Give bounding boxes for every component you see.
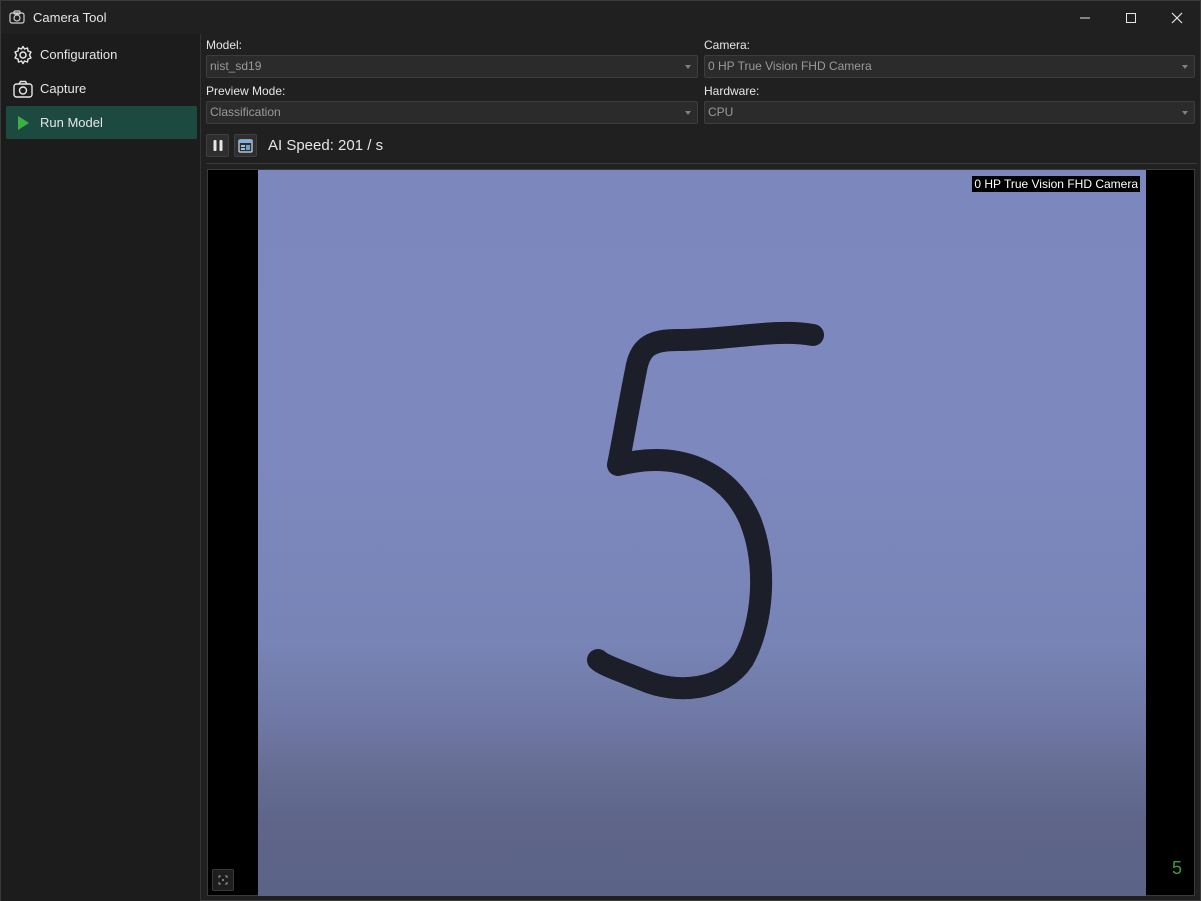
preview-mode-select-value: Classification: [210, 105, 281, 119]
minimize-button[interactable]: [1062, 1, 1108, 34]
screenshot-icon: [238, 138, 253, 153]
chevron-down-icon: [1182, 111, 1188, 115]
ai-speed-readout: AI Speed: 201 / s: [268, 137, 384, 154]
model-select[interactable]: nist_sd19: [206, 55, 698, 78]
camera-feed-image: 0 HP True Vision FHD Camera: [258, 170, 1146, 896]
camera-select-value: 0 HP True Vision FHD Camera: [708, 59, 872, 73]
chevron-down-icon: [685, 65, 691, 69]
chevron-down-icon: [1182, 65, 1188, 69]
maximize-icon: [1126, 12, 1136, 23]
model-label: Model:: [206, 38, 243, 52]
camera-select[interactable]: 0 HP True Vision FHD Camera: [704, 55, 1195, 78]
camera-label: Camera:: [704, 38, 751, 52]
maximize-button[interactable]: [1108, 1, 1154, 34]
sidebar-item-label: Capture: [40, 81, 87, 96]
camera-icon: [9, 10, 25, 24]
sidebar-item-run-model[interactable]: Run Model: [6, 106, 197, 139]
model-select-value: nist_sd19: [210, 59, 262, 73]
close-icon: [1171, 12, 1183, 23]
camera-overlay-label: 0 HP True Vision FHD Camera: [972, 176, 1140, 192]
pause-icon: [213, 140, 222, 151]
toolbar-divider: [206, 163, 1197, 164]
hardware-select[interactable]: CPU: [704, 101, 1195, 124]
prediction-result: 5: [1171, 858, 1182, 878]
sidebar: Configuration Capture Run Model: [1, 34, 201, 901]
gear-icon: [12, 44, 34, 66]
minimize-icon: [1080, 17, 1090, 18]
handwritten-digit-five: [587, 321, 824, 700]
chevron-down-icon: [685, 111, 691, 115]
window-title: Camera Tool: [33, 10, 107, 25]
sidebar-item-label: Run Model: [40, 115, 103, 130]
fit-view-button[interactable]: [212, 869, 234, 891]
pause-button[interactable]: [206, 134, 229, 157]
play-icon: [12, 112, 34, 134]
preview-mode-label: Preview Mode:: [206, 84, 286, 98]
sidebar-item-configuration[interactable]: Configuration: [6, 38, 197, 71]
app-window: Camera Tool Configuration Capture Run Mo…: [0, 0, 1201, 901]
hardware-label: Hardware:: [704, 84, 760, 98]
camera-preview: 0 HP True Vision FHD Camera 5: [207, 169, 1195, 896]
sidebar-item-label: Configuration: [40, 47, 118, 62]
close-button[interactable]: [1154, 1, 1200, 34]
hardware-select-value: CPU: [708, 105, 734, 119]
snapshot-button[interactable]: [234, 134, 257, 157]
focus-icon: [218, 875, 228, 885]
preview-mode-select[interactable]: Classification: [206, 101, 698, 124]
title-bar: Camera Tool: [1, 1, 1200, 34]
sidebar-item-capture[interactable]: Capture: [6, 72, 197, 105]
camera-icon: [12, 78, 34, 100]
